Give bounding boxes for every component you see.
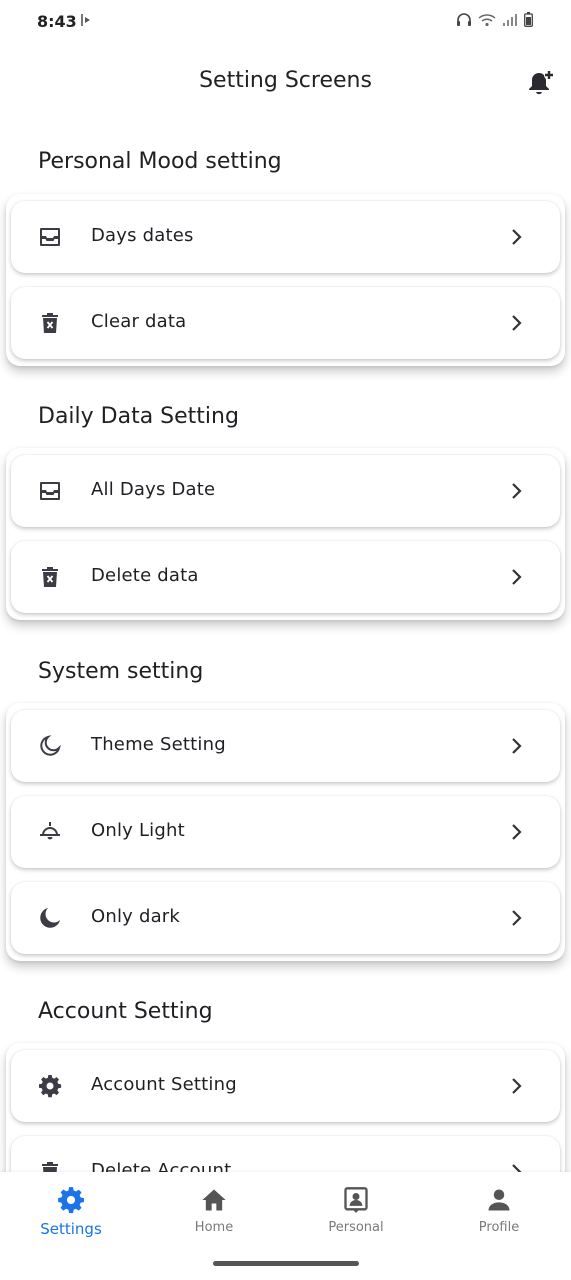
chevron-right-icon (512, 569, 522, 585)
settings-item-all-days-date[interactable]: All Days Date (11, 455, 560, 527)
section-title-account: Account Setting (38, 999, 213, 1024)
settings-item-label: Days dates (91, 225, 194, 246)
settings-item-label: Delete data (91, 565, 199, 586)
nav-tab-profile[interactable]: Profile (439, 1186, 559, 1246)
app-header: Setting Screens (0, 52, 571, 108)
battery-icon (524, 12, 533, 27)
gear-icon (39, 1075, 62, 1098)
settings-item-delete-account[interactable]: Delete Account (11, 1136, 560, 1172)
section-title-personal-mood: Personal Mood setting (38, 149, 282, 174)
nav-label: Settings (40, 1220, 102, 1238)
nav-label: Personal (328, 1220, 384, 1235)
section-title-daily-data: Daily Data Setting (38, 404, 239, 429)
card-group-personal-mood: Days dates Clear data (6, 194, 565, 366)
home-icon (202, 1189, 226, 1211)
chevron-right-icon (512, 910, 522, 926)
nav-tab-home[interactable]: Home (154, 1186, 274, 1246)
settings-item-label: All Days Date (91, 479, 216, 500)
nav-label: Home (194, 1220, 234, 1235)
trash-icon (42, 1162, 58, 1172)
settings-item-theme-setting[interactable]: Theme Setting (11, 710, 560, 782)
app-notification-icon (81, 14, 90, 26)
card-group-system: Theme Setting Only Light Only dark (6, 703, 565, 961)
settings-item-label: Theme Setting (91, 734, 226, 755)
person-icon (488, 1189, 510, 1211)
settings-item-label: Account Setting (91, 1074, 237, 1095)
inbox-tray-icon (40, 482, 60, 500)
settings-item-label: Only Light (91, 820, 185, 841)
nav-tab-settings[interactable]: Settings (11, 1186, 131, 1246)
inbox-tray-icon (40, 228, 60, 246)
chevron-right-icon (512, 483, 522, 499)
chevron-right-icon (512, 738, 522, 754)
trash-x-icon (42, 313, 58, 333)
section-title-system: System setting (38, 659, 204, 684)
ceiling-lamp-icon (40, 822, 60, 840)
page-title: Setting Screens (199, 68, 372, 93)
wifi-icon (478, 13, 496, 26)
settings-item-clear-data[interactable]: Clear data (11, 287, 560, 359)
status-icons (456, 12, 533, 27)
headphones-icon (457, 12, 471, 26)
settings-item-days-dates[interactable]: Days dates (11, 201, 560, 273)
add-notification-bell-icon[interactable] (524, 67, 556, 99)
settings-item-label: Only dark (91, 906, 181, 927)
signal-icon (503, 13, 517, 26)
status-bar: 8:43 (0, 0, 571, 44)
home-indicator[interactable] (213, 1261, 359, 1266)
settings-item-label: Clear data (91, 311, 187, 332)
settings-item-delete-data[interactable]: Delete data (11, 541, 560, 613)
moon-filled-icon (40, 908, 60, 928)
card-group-daily-data: All Days Date Delete data (6, 448, 565, 620)
settings-item-only-dark[interactable]: Only dark (11, 882, 560, 954)
settings-list[interactable]: Personal Mood setting Days dates Clear d… (0, 130, 571, 1172)
trash-x-icon (42, 567, 58, 587)
nav-tab-personal[interactable]: Personal (296, 1186, 416, 1246)
chevron-right-icon (512, 229, 522, 245)
chevron-right-icon (512, 824, 522, 840)
settings-item-only-light[interactable]: Only Light (11, 796, 560, 868)
chevron-right-icon (512, 1164, 522, 1172)
card-group-account: Account Setting Delete Account (6, 1043, 565, 1172)
settings-item-label: Delete Account (91, 1160, 232, 1172)
nav-label: Profile (478, 1220, 520, 1235)
status-time: 8:43 (37, 12, 77, 31)
settings-item-account-setting[interactable]: Account Setting (11, 1050, 560, 1122)
chevron-right-icon (512, 1078, 522, 1094)
chevron-right-icon (512, 315, 522, 331)
moon-outline-icon (40, 735, 61, 756)
gear-icon (58, 1187, 84, 1214)
contact-card-icon (344, 1187, 368, 1213)
